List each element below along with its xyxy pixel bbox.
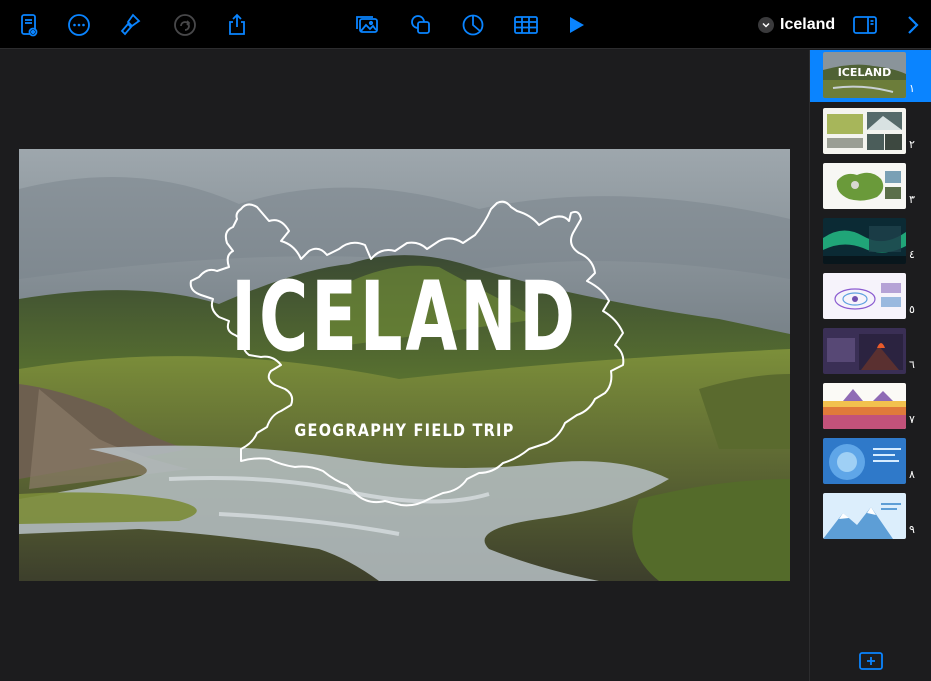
shapes-icon [411,15,430,34]
slide-thumbnail-3[interactable]: ٣ [810,161,931,213]
add-slide-button[interactable] [859,651,883,671]
slide-thumbnail-4[interactable]: ٤ [810,216,931,268]
presenter-notes-button[interactable] [14,10,44,40]
slide-number: ٢ [909,138,915,151]
slide-title[interactable]: ICELAND [135,269,675,365]
add-slide-icon [859,652,883,670]
chevron-down-icon [758,17,774,33]
thumbnail-image [823,493,906,539]
slide-number: ٩ [909,523,915,536]
chart-icon [462,14,484,36]
media-icon [356,16,378,33]
table-icon [514,16,538,34]
slide-navigator: ICELAND ١ ٢ ٣ ٤ ٥ ٦ ٧ ٨ ٩ [809,50,931,681]
more-icon [68,14,90,36]
slide-thumbnail-2[interactable]: ٢ [810,106,931,158]
slide-thumbnail-8[interactable]: ٨ [810,436,931,488]
thumbnail-image [823,218,906,264]
slide-number: ٤ [909,248,915,261]
slide-number: ٦ [909,358,915,371]
thumbnail-image: ICELAND [823,52,906,98]
slide-thumbnail-7[interactable]: ٧ [810,381,931,433]
slide-thumbnail-1[interactable]: ICELAND ١ [810,50,931,102]
play-icon [570,17,584,33]
chevron-right-icon [908,16,919,34]
thumbnail-image [823,328,906,374]
insert-media-button[interactable] [352,10,382,40]
svg-text:ICELAND: ICELAND [838,66,892,79]
thumbnail-image [823,163,906,209]
document-title-menu[interactable]: Iceland [758,12,835,38]
slide-number: ١ [909,82,915,95]
toolbar: Iceland [0,0,931,49]
thumbnail-image [823,273,906,319]
slide-number: ٣ [909,193,915,206]
document-title: Iceland [780,16,836,33]
play-button[interactable] [561,10,591,40]
current-slide[interactable]: ICELAND GEOGRAPHY FIELD TRIP [19,149,790,581]
thumbnail-image [823,108,906,154]
slide-thumbnail-5[interactable]: ٥ [810,271,931,323]
presenter-notes-icon [21,14,38,37]
redo-icon [174,14,196,36]
more-button[interactable] [64,10,94,40]
sidebar-toggle-button[interactable] [850,10,880,40]
share-icon [229,13,245,35]
next-button[interactable] [898,10,928,40]
slide-number: ٨ [909,468,915,481]
redo-button[interactable] [170,10,200,40]
insert-shape-button[interactable] [406,10,436,40]
slide-number: ٥ [909,303,915,316]
sidebar-toggle-icon [853,16,877,34]
slide-canvas[interactable]: ICELAND GEOGRAPHY FIELD TRIP [0,50,809,681]
format-button[interactable] [116,10,146,40]
format-brush-icon [120,13,141,36]
share-button[interactable] [222,10,252,40]
thumbnail-image [823,438,906,484]
insert-chart-button[interactable] [458,10,488,40]
slide-thumbnail-6[interactable]: ٦ [810,326,931,378]
insert-table-button[interactable] [511,10,541,40]
slide-thumbnail-9[interactable]: ٩ [810,491,931,543]
thumbnail-image [823,383,906,429]
slide-number: ٧ [909,413,915,426]
slide-subtitle[interactable]: GEOGRAPHY FIELD TRIP [77,421,732,441]
